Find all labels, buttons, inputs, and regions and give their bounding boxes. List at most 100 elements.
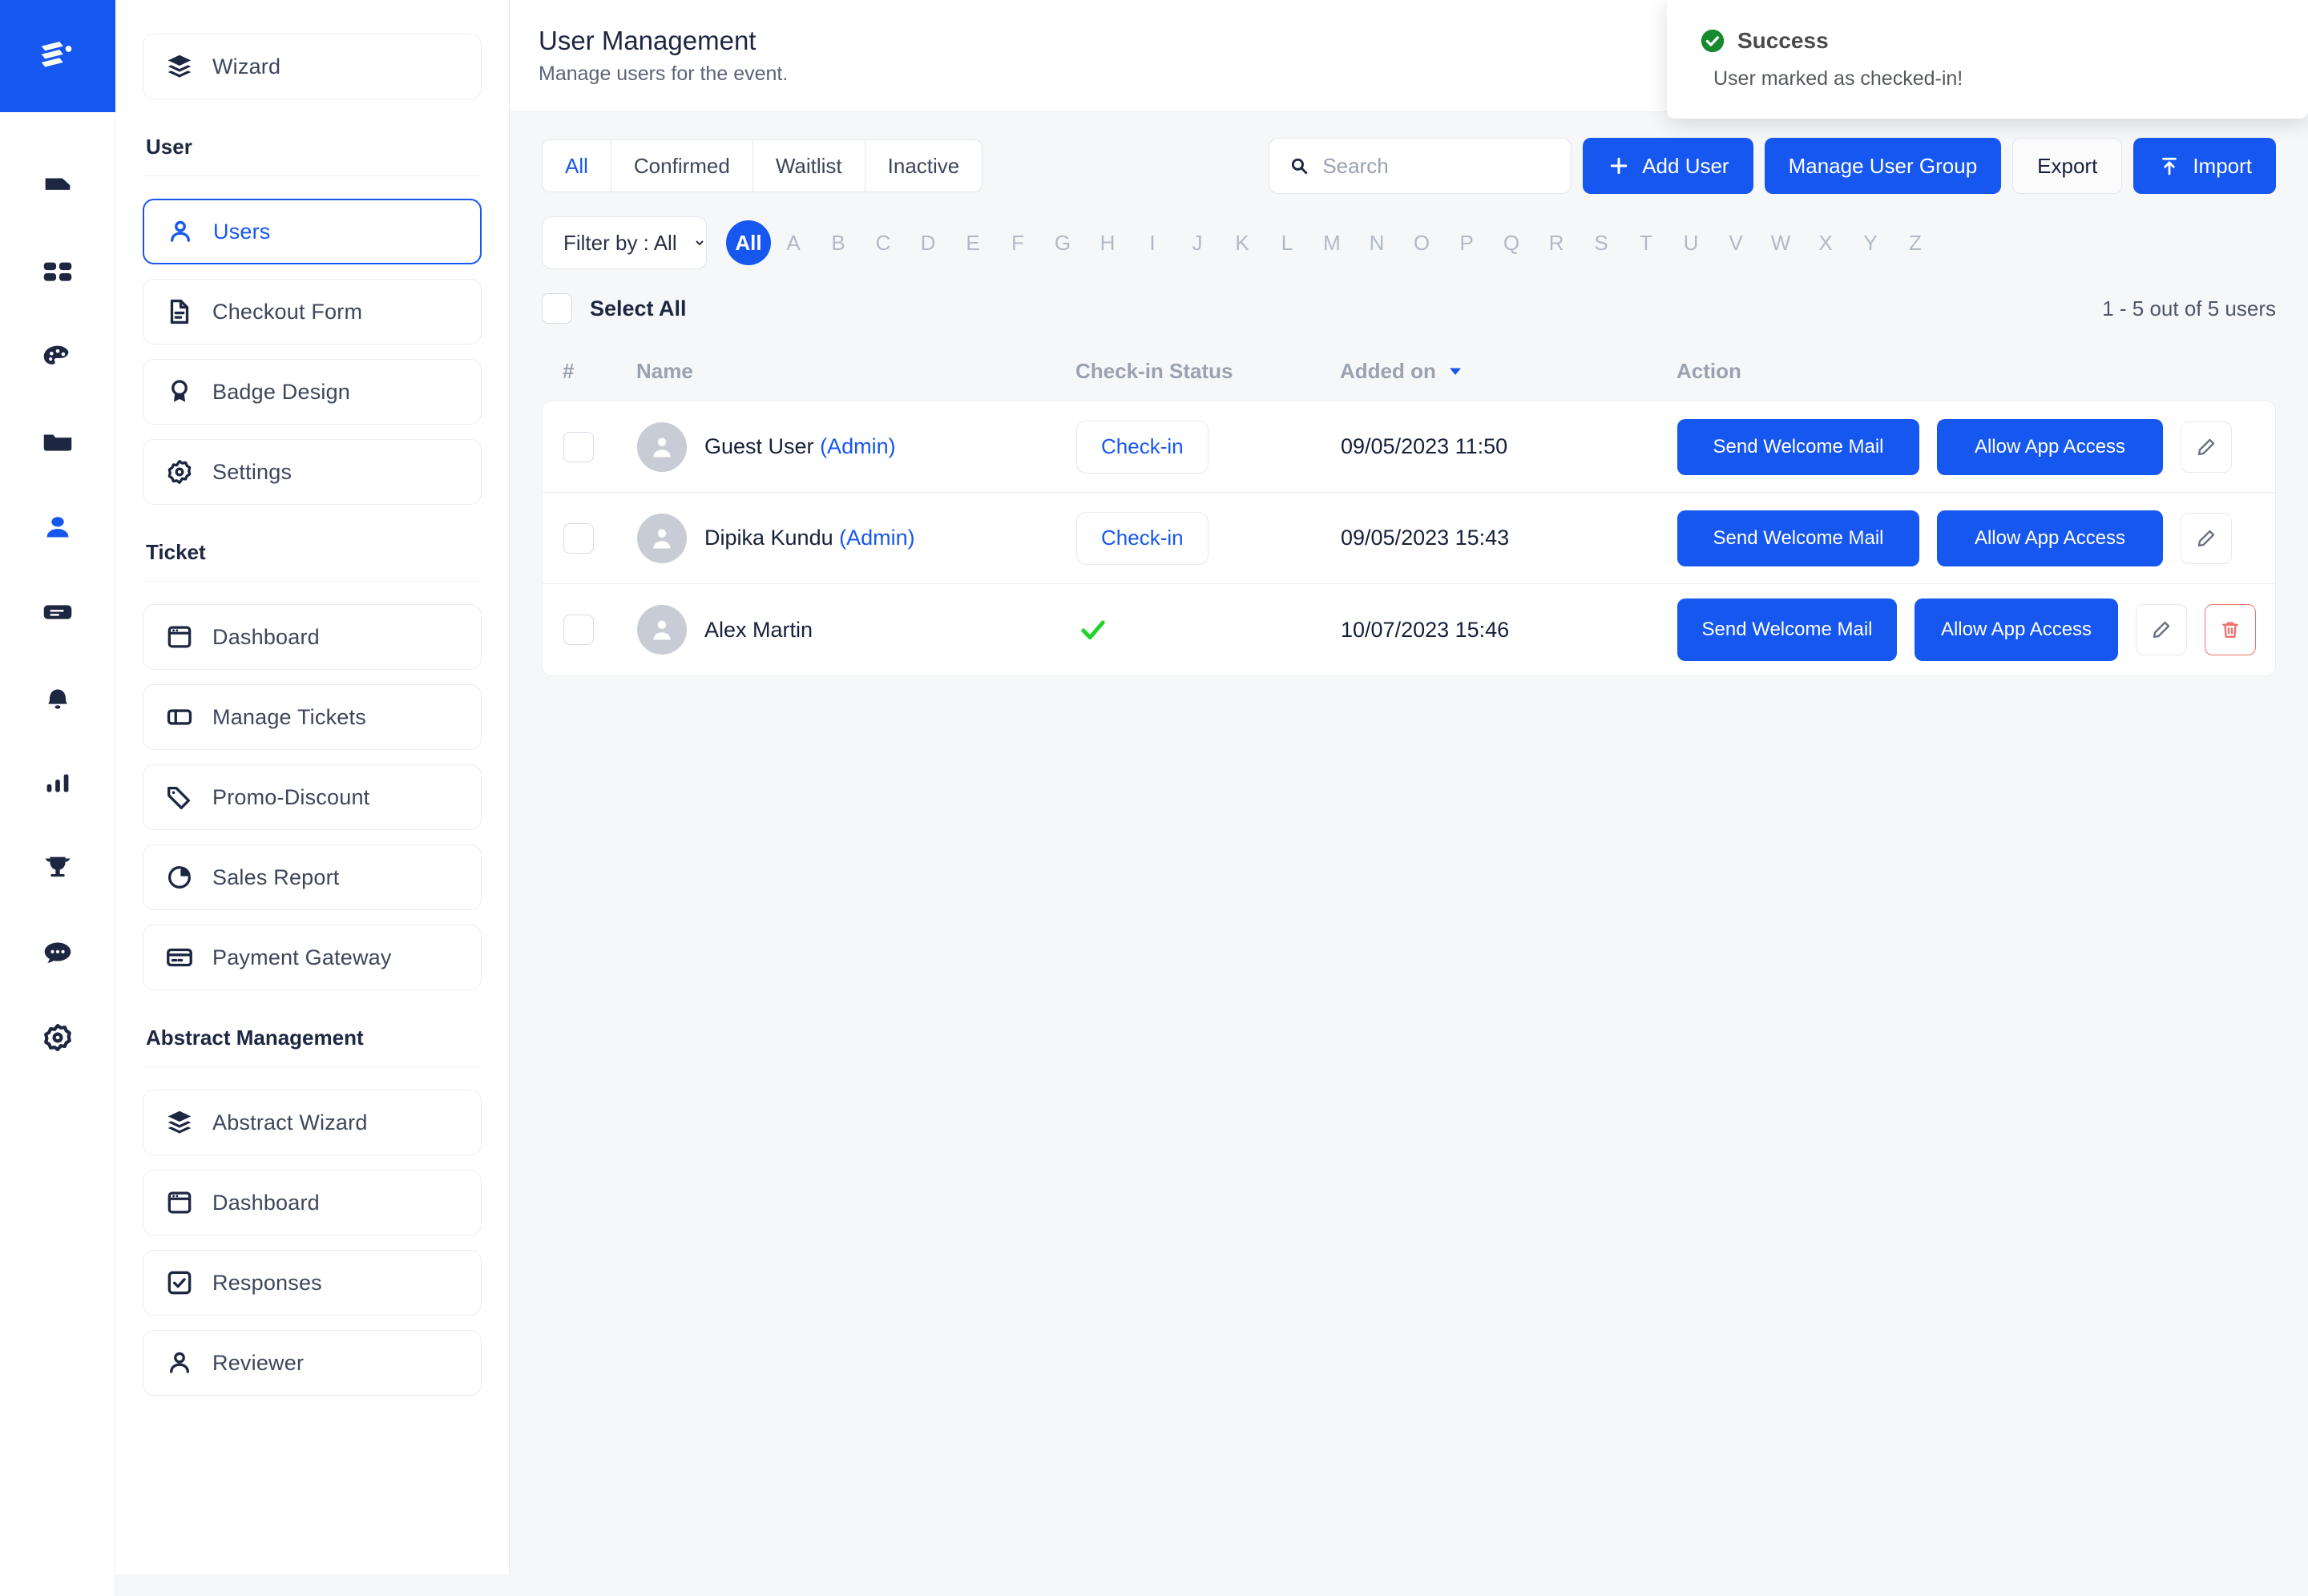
select-all-label: Select All [590, 296, 687, 320]
sidebar-item-payment-gateway[interactable]: Payment Gateway [143, 925, 482, 990]
manage-user-group-button[interactable]: Manage User Group [1764, 138, 2002, 194]
alpha-filter-p[interactable]: P [1444, 220, 1489, 265]
edit-user-button[interactable] [2181, 421, 2232, 473]
rail-item-file[interactable] [19, 146, 96, 231]
alpha-filter-h[interactable]: H [1085, 220, 1130, 265]
col-header-index: # [563, 358, 575, 383]
row-checkbox[interactable] [563, 431, 594, 462]
trophy-icon [45, 856, 70, 877]
check-in-button[interactable]: Check-in [1076, 511, 1208, 565]
check-in-button[interactable]: Check-in [1076, 420, 1208, 474]
sidebar-item-abstract-dashboard[interactable]: Dashboard [143, 1170, 482, 1235]
rail-item-bell[interactable] [19, 655, 96, 740]
alpha-filter-n[interactable]: N [1354, 220, 1399, 265]
alpha-filter-r[interactable]: R [1534, 220, 1579, 265]
alpha-filter-t[interactable]: T [1624, 220, 1668, 265]
rail-item-grid[interactable] [19, 231, 96, 316]
user-name-text: Alex Martin [704, 617, 813, 642]
alpha-filter-k[interactable]: K [1220, 220, 1265, 265]
user-name: Dipika Kundu (Admin) [704, 526, 915, 550]
main-content: User Management Manage users for the eve… [510, 0, 2308, 1596]
page-heading-group: User Management Manage users for the eve… [539, 26, 788, 86]
search-box[interactable] [1269, 138, 1572, 194]
sidebar-item-wizard[interactable]: Wizard [143, 34, 482, 99]
send-welcome-mail-button[interactable]: Send Welcome Mail [1677, 418, 1919, 475]
send-welcome-mail-button[interactable]: Send Welcome Mail [1677, 598, 1897, 661]
sidebar-item-badge-design[interactable]: Badge Design [143, 359, 482, 425]
sidebar-item-label: Responses [212, 1270, 322, 1295]
col-header-added-on: Added on [1340, 358, 1436, 383]
sidebar-item-sales-report[interactable]: Sales Report [143, 844, 482, 910]
rail-item-user[interactable] [19, 486, 96, 570]
sidebar-item-settings[interactable]: Settings [143, 439, 482, 505]
col-header-added-on-group[interactable]: Added on [1340, 359, 1677, 384]
sidebar-item-promo-discount[interactable]: Promo-Discount [143, 764, 482, 830]
row-checkbox[interactable] [563, 615, 594, 645]
sidebar-item-checkout-form[interactable]: Checkout Form [143, 279, 482, 345]
allow-app-access-button[interactable]: Allow App Access [1937, 510, 2163, 566]
delete-user-button[interactable] [2205, 604, 2256, 655]
alpha-filter-c[interactable]: C [861, 220, 906, 265]
filter-by-select[interactable]: Filter by : All [542, 216, 707, 269]
select-all-checkbox[interactable] [542, 293, 572, 324]
rail-item-trophy[interactable] [19, 825, 96, 910]
search-input[interactable] [1322, 153, 1552, 179]
alpha-filter-q[interactable]: Q [1489, 220, 1534, 265]
sidebar-item-ticket-dashboard[interactable]: Dashboard [143, 604, 482, 670]
rail-item-message[interactable] [19, 570, 96, 655]
allow-app-access-button[interactable]: Allow App Access [1937, 418, 2163, 475]
edit-user-button[interactable] [2181, 512, 2232, 564]
tab-waitlist[interactable]: Waitlist [752, 139, 865, 192]
alpha-filter-u[interactable]: U [1668, 220, 1713, 265]
alpha-filter-j[interactable]: J [1175, 220, 1220, 265]
rail-item-analytics[interactable] [19, 740, 96, 825]
alpha-filter-m[interactable]: M [1309, 220, 1354, 265]
alpha-filter-i[interactable]: I [1130, 220, 1175, 265]
alpha-filter-l[interactable]: L [1265, 220, 1309, 265]
tab-confirmed[interactable]: Confirmed [610, 139, 753, 192]
export-button[interactable]: Export [2012, 138, 2123, 194]
alpha-filter-w[interactable]: W [1758, 220, 1803, 265]
sidebar-item-label: Badge Design [212, 379, 351, 404]
badge-icon [171, 380, 188, 402]
rail-item-palette[interactable] [19, 316, 96, 401]
alpha-filter-z[interactable]: Z [1893, 220, 1938, 265]
send-welcome-mail-button[interactable]: Send Welcome Mail [1677, 510, 1919, 566]
rail-item-settings[interactable] [19, 995, 96, 1080]
palette-icon [43, 345, 68, 365]
row-checkbox[interactable] [563, 522, 594, 554]
alpha-filter-v[interactable]: V [1713, 220, 1758, 265]
allow-app-access-button[interactable]: Allow App Access [1915, 598, 2118, 661]
user-role-text: (Admin) [839, 526, 915, 550]
tab-all[interactable]: All [542, 139, 611, 192]
rail-item-chat[interactable] [19, 910, 96, 995]
table-row: Guest User (Admin) Check-in 09/05/2023 1… [543, 401, 2275, 493]
alpha-filter-a[interactable]: A [771, 220, 816, 265]
import-button[interactable]: Import [2133, 138, 2276, 194]
edit-user-button[interactable] [2136, 604, 2187, 655]
success-toast: Success User marked as checked-in! [1667, 0, 2308, 119]
alpha-filter-y[interactable]: Y [1848, 220, 1893, 265]
file-icon [45, 178, 70, 190]
upload-icon [2162, 157, 2177, 175]
alpha-filter-x[interactable]: X [1803, 220, 1848, 265]
alpha-filter-f[interactable]: F [995, 220, 1040, 265]
rail-item-folder[interactable] [19, 401, 96, 486]
alpha-filter-g[interactable]: G [1040, 220, 1085, 265]
sidebar-item-abstract-wizard[interactable]: Abstract Wizard [143, 1090, 482, 1155]
alpha-filter-e[interactable]: E [950, 220, 995, 265]
columns-icon [167, 709, 192, 725]
alpha-filter-d[interactable]: D [906, 220, 950, 265]
plus-icon [1610, 157, 1628, 175]
sidebar-item-responses[interactable]: Responses [143, 1250, 482, 1316]
alpha-filter-b[interactable]: B [816, 220, 861, 265]
add-user-button[interactable]: Add User [1583, 138, 1753, 194]
alpha-filter-s[interactable]: S [1579, 220, 1624, 265]
sidebar-item-users[interactable]: Users [143, 199, 482, 264]
sidebar-item-manage-tickets[interactable]: Manage Tickets [143, 684, 482, 750]
tab-inactive[interactable]: Inactive [864, 139, 983, 192]
app-logo[interactable] [0, 0, 115, 112]
alpha-filter-all[interactable]: All [726, 220, 771, 265]
alpha-filter-o[interactable]: O [1399, 220, 1444, 265]
sidebar-item-reviewer[interactable]: Reviewer [143, 1330, 482, 1396]
